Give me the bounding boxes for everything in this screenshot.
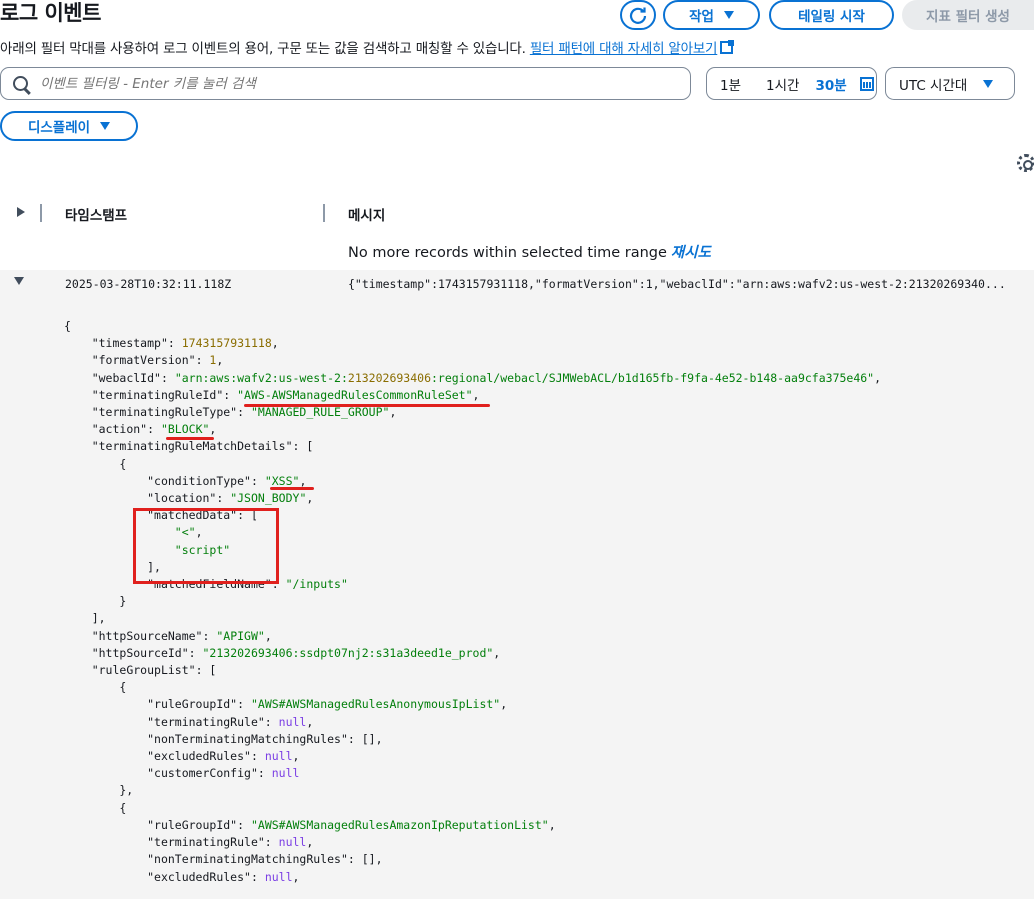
annotation-underline-condition: [270, 487, 314, 490]
external-link-icon[interactable]: [720, 40, 735, 54]
display-label: 디스플레이: [27, 120, 91, 136]
json-line: },: [64, 783, 134, 798]
json-line: "formatVersion": 1,: [91, 353, 224, 368]
json-line: "terminatingRuleId": "AWS-AWSManagedRule…: [91, 387, 480, 402]
json-line: {: [64, 319, 71, 333]
actions-label: 작업: [689, 9, 714, 25]
timezone-dropdown[interactable]: UTC 시간대: [885, 67, 1015, 100]
event-filter-search[interactable]: [0, 67, 691, 100]
time-range-selector[interactable]: 1분 1시간 30분: [706, 67, 877, 100]
refresh-button[interactable]: [620, 0, 656, 30]
timezone-label: UTC 시간대: [899, 77, 968, 94]
json-line: {: [64, 456, 127, 471]
json-line: "location": "JSON_BODY",: [147, 491, 314, 506]
column-divider[interactable]: [40, 204, 42, 222]
caret-down-icon: [723, 11, 734, 19]
retry-link[interactable]: 재시도: [671, 245, 711, 261]
row-timestamp: 2025-03-28T10:32:11.118Z: [65, 277, 232, 291]
range-option-1m[interactable]: 1분: [720, 74, 741, 94]
column-header-timestamp[interactable]: 타임스탬프: [65, 204, 127, 224]
annotation-underline-rule-id: [244, 404, 490, 407]
start-tailing-label: 테일링 시작: [798, 9, 865, 25]
display-dropdown-button[interactable]: 디스플레이: [0, 111, 138, 141]
json-line: "ruleGroupId": "AWS#AWSManagedRulesAmazo…: [147, 817, 556, 832]
annotation-box-matched-data: [133, 508, 279, 584]
json-line: "conditionType": "XSS",: [147, 473, 307, 488]
json-line: {: [64, 800, 127, 815]
json-line: {: [64, 680, 127, 695]
no-more-text: No more records within selected time ran…: [348, 245, 667, 261]
table-header: 타임스탬프 메시지: [0, 198, 1034, 230]
json-line: ],: [64, 611, 106, 626]
annotation-underline-action: [166, 437, 214, 440]
refresh-icon: [629, 7, 647, 24]
json-line: "terminatingRule": null,: [147, 714, 314, 729]
create-metric-filter-label: 지표 필터 생성: [926, 9, 1010, 25]
json-line: "ruleGroupId": "AWS#AWSManagedRulesAnony…: [147, 697, 508, 712]
json-line: "nonTerminatingMatchingRules": [],: [147, 731, 383, 746]
json-line: "action": "BLOCK",: [91, 422, 217, 437]
range-option-1h[interactable]: 1시간: [766, 74, 799, 94]
caret-down-icon: [983, 79, 994, 88]
calendar-icon[interactable]: [859, 76, 874, 91]
json-line: "ruleGroupList": [: [91, 663, 217, 678]
no-more-records: No more records within selected time ran…: [348, 241, 711, 262]
json-line: "timestamp": 1743157931118,: [91, 336, 279, 351]
json-line: "nonTerminatingMatchingRules": [],: [147, 852, 383, 867]
json-line: "customerConfig": null: [147, 766, 300, 781]
column-divider[interactable]: [323, 204, 325, 222]
search-icon: [13, 76, 28, 91]
range-option-30m[interactable]: 30분: [815, 74, 846, 94]
json-line: "terminatingRuleMatchDetails": [: [91, 439, 314, 454]
collapse-icon[interactable]: [14, 277, 24, 285]
json-line: "webaclId": "arn:aws:wafv2:us-west-2:213…: [91, 370, 882, 385]
search-input[interactable]: [40, 75, 640, 92]
json-line: "excludedRules": null,: [147, 749, 300, 764]
json-line: "excludedRules": null,: [147, 869, 300, 884]
table-row[interactable]: 2025-03-28T10:32:11.118Z {"timestamp":17…: [0, 270, 1034, 899]
expand-all-icon[interactable]: [17, 207, 25, 217]
description-text: 아래의 필터 막대를 사용하여 로그 이벤트의 용어, 구문 또는 값을 검색하…: [0, 41, 526, 57]
json-line: "httpSourceId": "213202693406:ssdpt07nj2…: [91, 645, 501, 660]
gear-icon[interactable]: [1017, 154, 1034, 172]
page-description: 아래의 필터 막대를 사용하여 로그 이벤트의 용어, 구문 또는 값을 검색하…: [0, 37, 735, 57]
create-metric-filter-button[interactable]: 지표 필터 생성: [902, 0, 1034, 30]
column-header-message[interactable]: 메시지: [348, 204, 385, 224]
json-line: }: [64, 594, 127, 609]
row-message: {"timestamp":1743157931118,"formatVersio…: [348, 277, 1006, 291]
start-tailing-button[interactable]: 테일링 시작: [769, 0, 894, 30]
json-line: "terminatingRule": null,: [147, 835, 314, 850]
learn-filter-pattern-link[interactable]: 필터 패턴에 대해 자세히 알아보기: [530, 41, 718, 57]
caret-down-icon: [100, 122, 111, 130]
json-line: "httpSourceName": "APIGW",: [91, 628, 272, 643]
page-title: 로그 이벤트: [0, 1, 101, 25]
actions-dropdown-button[interactable]: 작업: [663, 0, 760, 30]
